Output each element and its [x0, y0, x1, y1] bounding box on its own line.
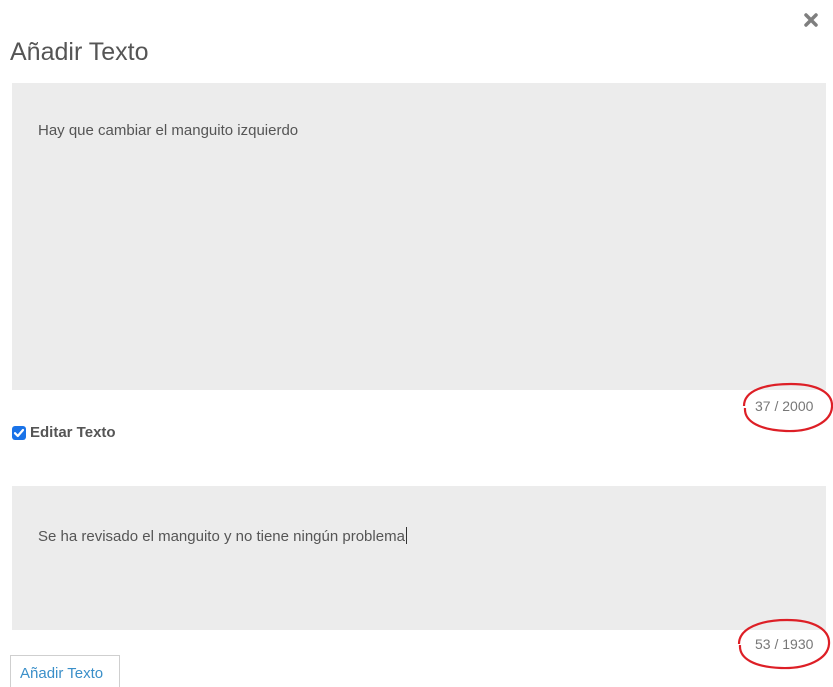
main-text-char-counter: 37 / 2000 [755, 398, 814, 414]
checkmark-icon [13, 428, 25, 437]
edit-text-checkbox[interactable] [12, 425, 26, 440]
edit-text-checkbox-label: Editar Texto [30, 424, 116, 441]
add-text-dialog: Añadir Texto Hay que cambiar el manguito… [0, 0, 833, 687]
close-icon [804, 13, 818, 27]
edit-text-checkbox-row[interactable]: Editar Texto [12, 424, 116, 441]
add-text-button[interactable]: Añadir Texto [10, 655, 120, 687]
dialog-title: Añadir Texto [10, 38, 149, 66]
text-cursor [405, 527, 407, 544]
edit-text-area[interactable]: Se ha revisado el manguito y no tiene ni… [12, 486, 826, 630]
edit-text-char-counter: 53 / 1930 [755, 636, 814, 652]
main-text-area[interactable]: Hay que cambiar el manguito izquierdo [12, 83, 826, 390]
edit-text-value: Se ha revisado el manguito y no tiene ni… [38, 528, 405, 545]
main-text-value: Hay que cambiar el manguito izquierdo [38, 122, 299, 139]
close-button[interactable] [799, 7, 825, 33]
